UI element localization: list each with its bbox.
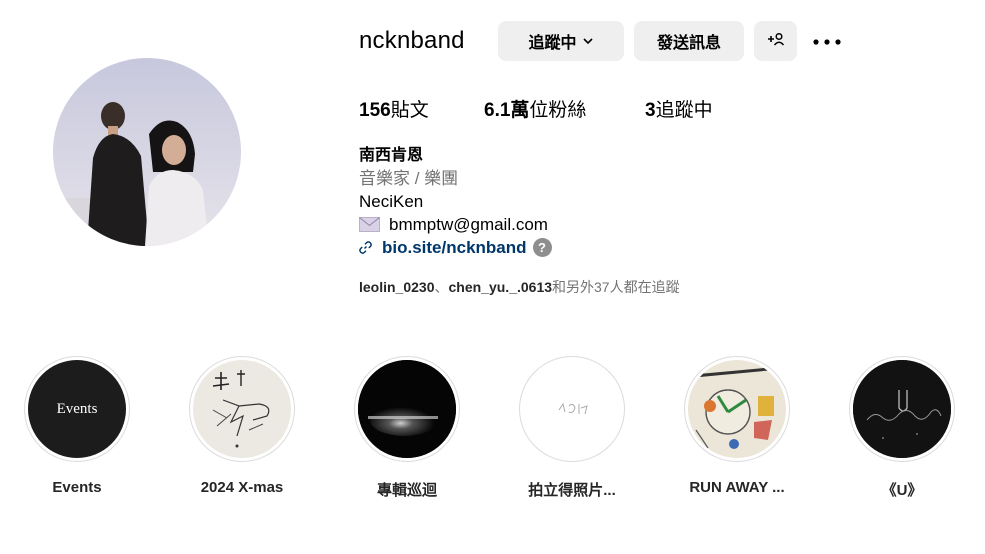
highlight-ring: Events — [24, 356, 130, 462]
display-name: 南西肯恩 — [359, 147, 424, 164]
more-options-icon — [813, 32, 841, 50]
highlight-cover — [853, 360, 951, 458]
following-link[interactable]: 3追蹤中 — [645, 95, 713, 122]
profile-category: 音樂家 / 樂團 — [359, 169, 459, 188]
highlight-ring — [354, 356, 460, 462]
highlight-ring — [684, 356, 790, 462]
posts-count: 156貼文 — [359, 95, 429, 122]
highlight-label: 專輯巡迴 — [376, 482, 437, 499]
highlight-item[interactable]: Events Events — [2, 356, 152, 496]
highlight-item[interactable]: 《U》 — [827, 356, 977, 500]
bio-email: bmmptw@gmail.com — [389, 215, 548, 234]
message-button-label: 發送訊息 — [656, 35, 721, 52]
followed-by-suffix: 和另外37人都在追蹤 — [552, 279, 680, 295]
help-icon[interactable]: ? — [532, 238, 552, 257]
username: ncknband — [359, 27, 465, 54]
highlight-item[interactable]: 2024 X-mas — [167, 356, 317, 496]
following-button[interactable]: 追蹤中 — [498, 21, 624, 61]
highlight-label: 《U》 — [881, 482, 923, 499]
highlight-cover — [358, 360, 456, 458]
highlight-cover — [523, 360, 621, 458]
following-label: 追蹤中 — [655, 100, 713, 121]
link-icon — [359, 241, 372, 254]
followed-by-separator: 、 — [434, 279, 449, 295]
add-user-icon — [767, 32, 785, 51]
more-options-button[interactable] — [811, 28, 843, 54]
highlight-cover: Events — [28, 360, 126, 458]
profile-avatar[interactable] — [53, 58, 241, 246]
envelope-icon — [359, 217, 380, 232]
highlight-ring — [189, 356, 295, 462]
followers-link[interactable]: 6.1萬位粉絲 — [484, 95, 586, 122]
posts-number: 156 — [359, 100, 391, 121]
follower-user-1: leolin_0230 — [359, 279, 435, 295]
profile-page: ncknband 追蹤中 發送訊息 156貼文 6.1萬位粉絲 3追蹤中 南西肯… — [0, 0, 985, 554]
bio-email-row: bmmptw@gmail.com — [359, 213, 552, 236]
highlight-item[interactable]: 拍立得照片... — [497, 356, 647, 500]
bio-link[interactable]: bio.site/ncknband — [382, 236, 527, 259]
highlight-label: RUN AWAY ... — [689, 479, 785, 496]
highlight-label: 2024 X-mas — [200, 479, 284, 496]
highlight-cover — [688, 360, 786, 458]
highlight-item[interactable]: RUN AWAY ... — [662, 356, 812, 496]
message-button[interactable]: 發送訊息 — [634, 21, 744, 61]
follower-user-2: chen_yu._.0613 — [448, 279, 553, 295]
posts-label: 貼文 — [390, 100, 429, 121]
following-button-label: 追蹤中 — [528, 35, 577, 52]
bio-section: 南西肯恩 音樂家 / 樂團 NeciKen bmmptw@gmail.com b… — [359, 144, 552, 259]
highlight-cover — [193, 360, 291, 458]
followers-label: 位粉絲 — [529, 100, 587, 121]
bio-text: NeciKen — [359, 192, 424, 211]
followers-number: 6.1萬 — [484, 100, 530, 121]
highlight-label: Events — [52, 479, 102, 496]
followed-by[interactable]: leolin_0230、chen_yu._.0613和另外37人都在追蹤 — [359, 277, 680, 297]
following-number: 3 — [645, 100, 656, 121]
chevron-down-icon — [582, 35, 594, 47]
highlight-cover-text: Events — [56, 400, 98, 417]
highlight-label: 拍立得照片... — [528, 482, 616, 499]
highlight-ring — [519, 356, 625, 462]
highlight-ring — [849, 356, 955, 462]
bio-link-row: bio.site/ncknband ? — [359, 236, 552, 259]
highlight-item[interactable]: 專輯巡迴 — [332, 356, 482, 500]
add-user-button[interactable] — [754, 21, 797, 61]
